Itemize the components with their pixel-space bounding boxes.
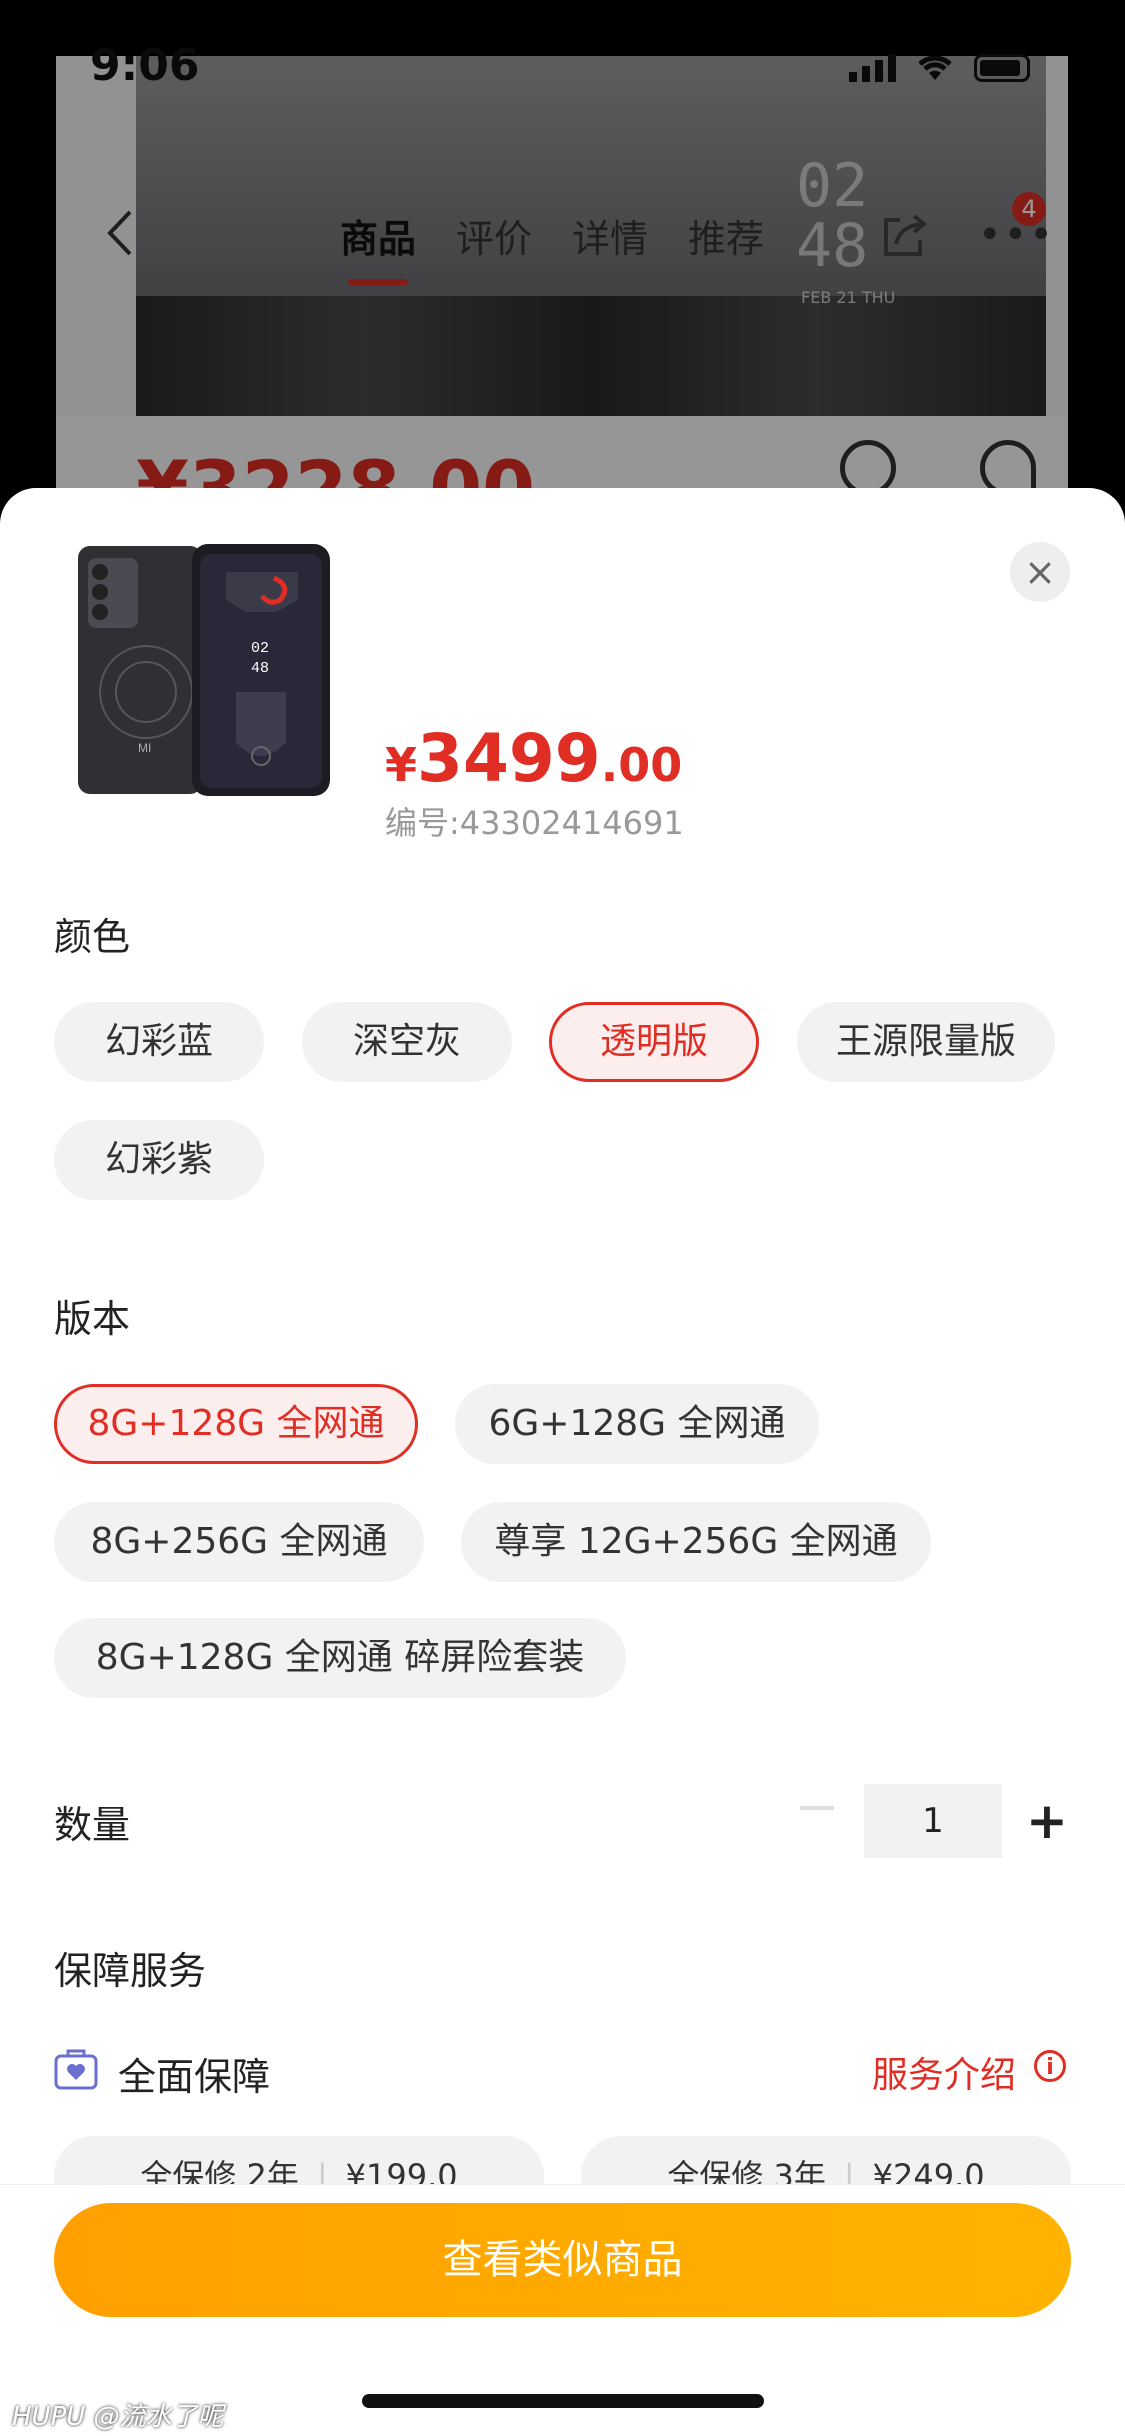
svg-text:48: 48	[251, 660, 269, 677]
version-option-8g-256g[interactable]: 8G+256G 全网通	[54, 1502, 424, 1582]
color-option-gray[interactable]: 深空灰	[302, 1002, 512, 1082]
version-option-6g-128g[interactable]: 6G+128G 全网通	[455, 1384, 819, 1464]
home-indicator[interactable]	[362, 2394, 764, 2408]
color-option-limited[interactable]: 王源限量版	[797, 1002, 1055, 1082]
close-button[interactable]: ×	[1010, 542, 1070, 602]
version-section-title: 版本	[54, 1297, 131, 1341]
service-section-title: 保障服务	[54, 1949, 207, 1993]
price-integer: 3499	[417, 720, 601, 797]
color-option-purple[interactable]: 幻彩紫	[54, 1120, 264, 1200]
sku-number: 编号:43302414691	[385, 804, 684, 842]
color-option-transparent[interactable]: 透明版	[549, 1002, 759, 1082]
color-section-title: 颜色	[54, 915, 131, 959]
svg-text:02: 02	[251, 640, 269, 657]
service-label: 全面保障	[118, 2055, 271, 2099]
quantity-increase-button[interactable]: +	[1026, 1784, 1068, 1858]
price-currency: ¥	[385, 738, 418, 792]
product-thumbnail: MI 02 48	[78, 544, 330, 796]
price-decimal: .00	[600, 738, 683, 792]
close-icon: ×	[1024, 550, 1056, 594]
version-option-12g-256g[interactable]: 尊享 12G+256G 全网通	[461, 1502, 931, 1582]
view-similar-button[interactable]: 查看类似商品	[54, 2203, 1071, 2317]
service-intro-link[interactable]: 服务介绍	[872, 2046, 1016, 2098]
selected-price: ¥3499.00	[385, 720, 682, 797]
version-option-8g-128g-bundle[interactable]: 8G+128G 全网通 碎屏险套装	[54, 1618, 626, 1698]
color-option-blue[interactable]: 幻彩蓝	[54, 1002, 264, 1082]
quantity-input[interactable]: 1	[864, 1784, 1002, 1858]
watermark: HUPU @流水了呢	[12, 2402, 224, 2432]
quantity-title: 数量	[54, 1803, 131, 1847]
dim-overlay[interactable]	[0, 0, 1125, 560]
version-option-8g-128g[interactable]: 8G+128G 全网通	[54, 1384, 418, 1464]
info-icon[interactable]: i	[1034, 2050, 1066, 2082]
protection-icon	[54, 2049, 98, 2090]
product-brand-mark: MI	[138, 741, 151, 755]
quantity-decrease-button[interactable]	[800, 1806, 834, 1810]
sku-selector-sheet: MI 02 48 × ¥3499.00 编号:43302414691 颜色 幻彩…	[0, 488, 1125, 2436]
